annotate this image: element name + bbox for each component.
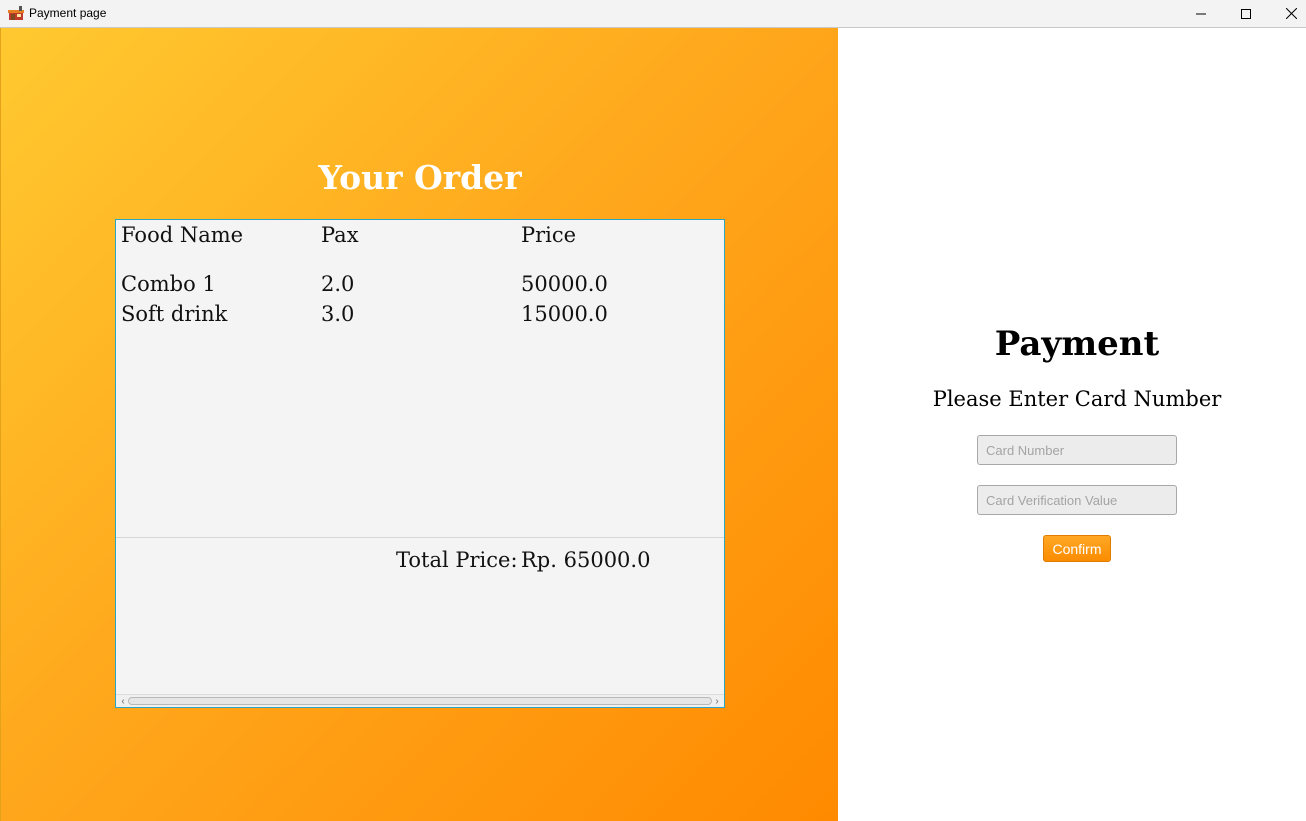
row-1-pax: 2.0 bbox=[321, 272, 355, 296]
total-price-value: Rp. 65000.0 bbox=[521, 548, 651, 572]
window-titlebar[interactable]: Payment page bbox=[0, 0, 1306, 28]
row-2-pax: 3.0 bbox=[321, 302, 355, 326]
column-header-pax: Pax bbox=[321, 223, 359, 247]
payment-instruction: Please Enter Card Number bbox=[932, 387, 1222, 411]
maximize-button[interactable] bbox=[1223, 0, 1269, 27]
card-number-input[interactable] bbox=[977, 435, 1177, 465]
order-panel: Your Order Food Name Pax Price Combo 1 2… bbox=[0, 28, 838, 821]
column-header-price: Price bbox=[521, 223, 577, 247]
close-button[interactable] bbox=[1268, 0, 1306, 27]
row-1-food-name: Combo 1 bbox=[121, 272, 216, 296]
row-2-price: 15000.0 bbox=[521, 302, 608, 326]
minimize-icon bbox=[1196, 9, 1206, 19]
minimize-button[interactable] bbox=[1178, 0, 1224, 27]
window-title: Payment page bbox=[29, 6, 107, 20]
cvv-input[interactable] bbox=[977, 485, 1177, 515]
total-divider bbox=[116, 537, 724, 538]
total-price-label: Total Price: bbox=[396, 548, 518, 572]
scroll-right-icon[interactable]: › bbox=[711, 695, 723, 708]
order-title: Your Order bbox=[318, 158, 522, 197]
confirm-button[interactable]: Confirm bbox=[1043, 535, 1111, 562]
scrollbar-thumb[interactable] bbox=[128, 697, 712, 705]
horizontal-scrollbar[interactable]: ‹ › bbox=[116, 694, 724, 707]
store-icon bbox=[8, 5, 24, 21]
payment-title: Payment bbox=[994, 324, 1160, 364]
row-2-food-name: Soft drink bbox=[121, 302, 228, 326]
close-icon bbox=[1285, 8, 1297, 19]
maximize-icon bbox=[1241, 8, 1251, 19]
column-header-food-name: Food Name bbox=[121, 223, 244, 247]
order-table[interactable]: Food Name Pax Price Combo 1 2.0 50000.0 … bbox=[115, 219, 725, 708]
row-1-price: 50000.0 bbox=[521, 272, 608, 296]
